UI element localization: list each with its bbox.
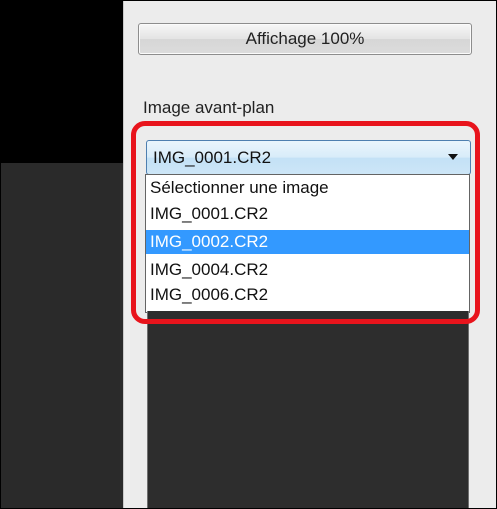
foreground-image-combobox[interactable]: IMG_0001.CR2 [146, 140, 471, 175]
dropdown-option[interactable]: IMG_0004.CR2 [146, 258, 469, 282]
dropdown-option[interactable]: IMG_0006.CR2 [146, 283, 469, 307]
dropdown-option[interactable]: IMG_0001.CR2 [146, 202, 469, 226]
combobox-selected-value: IMG_0001.CR2 [153, 148, 272, 167]
side-panel: Affichage 100% Image avant-plan IMG_0001… [123, 1, 496, 508]
dropdown-list: Sélectionner une image IMG_0001.CR2 IMG_… [145, 174, 470, 313]
foreground-preview-area [147, 311, 469, 508]
dropdown-option-select-image[interactable]: Sélectionner une image [146, 176, 469, 200]
image-preview-top [1, 1, 123, 163]
chevron-down-icon[interactable] [448, 154, 458, 160]
image-preview-area [1, 163, 123, 508]
screenshot-frame: Affichage 100% Image avant-plan IMG_0001… [0, 0, 497, 509]
foreground-image-label: Image avant-plan [143, 98, 275, 117]
dropdown-option-highlighted[interactable]: IMG_0002.CR2 [146, 230, 469, 254]
zoom-100-button[interactable]: Affichage 100% [138, 23, 472, 55]
